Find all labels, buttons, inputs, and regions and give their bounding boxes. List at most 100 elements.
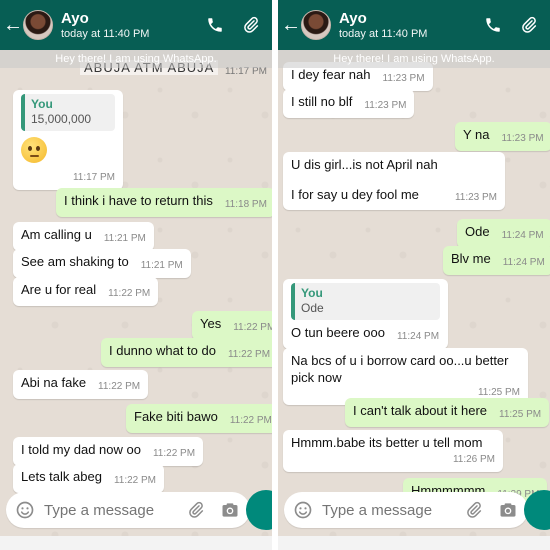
message-time: 11:23 PM	[382, 73, 425, 84]
message-bubble-outgoing[interactable]: I think i have to return this 11:18 PM	[56, 188, 272, 217]
message-time: 11:22 PM	[98, 381, 141, 392]
message-input[interactable]	[322, 501, 452, 519]
last-seen: today at 11:40 PM	[339, 27, 428, 40]
message-text: I still no blf	[291, 94, 353, 109]
message-time: 11:22 PM	[113, 475, 157, 486]
message-text: Ode	[465, 224, 490, 239]
message-text: Y na	[463, 127, 490, 142]
message-time: 11:22 PM	[229, 415, 272, 426]
message-input-bar	[6, 492, 250, 528]
message-text: See am shaking to	[21, 254, 129, 269]
message-bubble-incoming[interactable]: You Ode O tun beere ooo 11:24 PM	[283, 279, 448, 349]
last-seen: today at 11:40 PM	[61, 27, 150, 40]
message-bubble-outgoing[interactable]: Ode 11:24 PM	[457, 219, 550, 248]
message-time: 11:23 PM	[501, 133, 544, 144]
message-bubble-incoming[interactable]: Are u for real 11:22 PM	[13, 277, 159, 306]
message-text: Am calling u	[21, 227, 92, 242]
contact-info[interactable]: Ayo today at 11:40 PM	[61, 10, 200, 41]
message-time: 11:22 PM	[227, 349, 271, 360]
message-time: 11:26 PM	[452, 454, 495, 465]
phone-icon[interactable]	[200, 10, 230, 40]
message-bubble-outgoing[interactable]: Fake biti bawo 11:22 PM	[126, 404, 272, 433]
contact-info[interactable]: Ayo today at 11:40 PM	[339, 10, 478, 41]
message-text: I dey fear nah	[291, 67, 371, 82]
message-bubble-incoming[interactable]: I still no blf 11:23 PM	[283, 89, 415, 118]
message-time: 11:21 PM	[103, 233, 146, 244]
message-text: I told my dad now oo	[21, 442, 141, 457]
quote-author: You	[31, 97, 53, 111]
back-arrow-icon[interactable]: ←	[281, 15, 301, 35]
bottom-band	[278, 536, 550, 550]
quoted-message[interactable]: You Ode	[291, 283, 440, 320]
avatar[interactable]	[23, 10, 53, 40]
message-bubble-incoming[interactable]: Hmmm.babe its better u tell mom 11:26 PM	[283, 430, 503, 472]
camera-icon[interactable]	[218, 498, 242, 522]
emoji-icon[interactable]	[14, 499, 36, 521]
quote-text: Ode	[301, 301, 324, 315]
message-input[interactable]	[44, 501, 174, 519]
quote-text: 15,000,000	[31, 112, 92, 126]
chat-header: ← Ayo today at 11:40 PM	[278, 0, 550, 50]
message-bubble-incoming[interactable]: Abi na fake 11:22 PM	[13, 370, 149, 399]
message-time: 11:18 PM	[224, 199, 267, 210]
message-text: U dis girl...is not April nah	[291, 157, 438, 172]
message-time: 11:21 PM	[140, 260, 183, 271]
message-bubble-outgoing[interactable]: Y na 11:23 PM	[455, 122, 550, 151]
message-time: 11:24 PM	[501, 230, 544, 241]
message-bubble-outgoing[interactable]: Blv me 11:24 PM	[443, 246, 550, 275]
chat-panel-left: ← Ayo today at 11:40 PM Hey there! I am …	[0, 0, 272, 550]
message-text: Lets talk abeg	[21, 469, 102, 484]
message-bubble-incoming[interactable]: Na bcs of u i borrow card oo...u better …	[283, 348, 528, 405]
message-text: Hmmm.babe its better u tell mom	[291, 435, 483, 450]
attach-icon[interactable]	[184, 498, 208, 522]
message-text: Abi na fake	[21, 375, 87, 390]
avatar[interactable]	[301, 10, 331, 40]
message-text: Yes	[200, 316, 222, 331]
message-text: I think i have to return this	[64, 193, 213, 208]
chat-header: ← Ayo today at 11:40 PM	[0, 0, 272, 50]
phone-icon[interactable]	[478, 10, 508, 40]
message-text: Are u for real	[21, 282, 97, 297]
chat-panel-right: ← Ayo today at 11:40 PM Hey there! I am …	[278, 0, 550, 550]
message-text: Na bcs of u i borrow card oo...u better …	[291, 353, 509, 385]
message-bubble-incoming[interactable]: U dis girl...is not April nah I for say …	[283, 152, 505, 210]
attach-icon[interactable]	[462, 498, 486, 522]
message-time: 11:22 PM	[233, 322, 272, 333]
message-bubble-incoming[interactable]: See am shaking to 11:21 PM	[13, 249, 191, 278]
message-bubble-outgoing[interactable]: I can't talk about it here 11:25 PM	[345, 398, 550, 427]
contact-name: Ayo	[61, 9, 89, 27]
send-button[interactable]	[246, 490, 272, 530]
message-text: Fake biti bawo	[134, 409, 218, 424]
message-bubble-incoming[interactable]: You 15,000,000 11:17 PM	[13, 90, 123, 190]
camera-icon[interactable]	[496, 498, 520, 522]
message-text: O tun beere ooo	[291, 325, 385, 340]
message-text: Blv me	[451, 251, 491, 266]
message-bubble-incoming[interactable]: Lets talk abeg 11:22 PM	[13, 464, 165, 493]
back-arrow-icon[interactable]: ←	[3, 15, 23, 35]
contact-name: Ayo	[339, 9, 367, 27]
message-time: 11:24 PM	[502, 257, 545, 268]
message-time: 11:24 PM	[396, 331, 440, 342]
send-button[interactable]	[524, 490, 550, 530]
message-time: 11:22 PM	[108, 288, 151, 299]
quoted-message[interactable]: You 15,000,000	[21, 94, 115, 131]
message-bubble-outgoing[interactable]: Yes 11:22 PM	[192, 311, 272, 340]
message-text: I can't talk about it here	[353, 403, 488, 418]
emoji-icon[interactable]	[292, 499, 314, 521]
attach-icon[interactable]	[236, 10, 266, 40]
message-time: 11:23 PM	[364, 100, 407, 111]
bottom-band	[0, 536, 272, 550]
status-banner: Hey there! I am using WhatsApp.	[278, 50, 550, 68]
message-time: 11:25 PM	[499, 409, 542, 420]
message-time: 11:17 PM	[72, 172, 115, 183]
message-bubble-incoming[interactable]: Am calling u 11:21 PM	[13, 222, 154, 251]
message-bubble-outgoing[interactable]: I dunno what to do 11:22 PM	[101, 338, 272, 367]
message-time: 11:22 PM	[152, 448, 196, 459]
quote-author: You	[301, 286, 323, 300]
message-text: I dunno what to do	[109, 343, 216, 358]
attach-icon[interactable]	[514, 10, 544, 40]
message-bubble-incoming[interactable]: I told my dad now oo 11:22 PM	[13, 437, 204, 466]
rolling-eyes-emoji-icon	[21, 137, 47, 163]
status-banner: Hey there! I am using WhatsApp.	[0, 50, 272, 68]
message-input-bar	[284, 492, 528, 528]
